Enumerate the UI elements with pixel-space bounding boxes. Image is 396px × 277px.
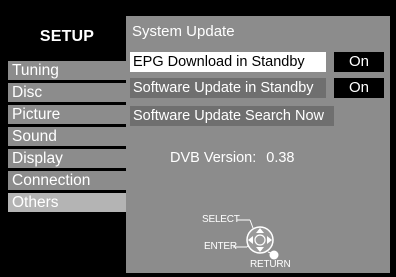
epg-download-value[interactable]: On <box>334 52 384 72</box>
select-hint-label: SELECT <box>202 214 240 225</box>
menu-item-picture[interactable]: Picture <box>8 105 126 124</box>
menu-item-sound[interactable]: Sound <box>8 127 126 146</box>
dvb-version-value: 0.38 <box>266 150 295 166</box>
menu-item-display[interactable]: Display <box>8 149 126 168</box>
setup-screen: SETUP Tuning Disc Picture Sound Display … <box>0 0 396 277</box>
dvb-version: DVB Version: 0.38 <box>170 150 294 166</box>
sidebar: SETUP Tuning Disc Picture Sound Display … <box>8 16 126 266</box>
return-hint-label: RETURN <box>250 259 291 270</box>
dvb-version-label: DVB Version: <box>170 150 257 166</box>
enter-hint-label: ENTER <box>204 241 237 252</box>
epg-download-label: EPG Download in Standby <box>130 52 326 72</box>
menu-item-connection[interactable]: Connection <box>8 171 126 190</box>
panel-title: System Update <box>132 23 235 40</box>
setup-title: SETUP <box>39 28 95 45</box>
menu-item-tuning[interactable]: Tuning <box>8 61 126 80</box>
control-hint: SELECT ENTER RETURN <box>200 208 310 273</box>
software-update-search-now-button[interactable]: Software Update Search Now <box>130 106 334 126</box>
menu-item-disc[interactable]: Disc <box>8 83 126 102</box>
system-update-panel: System Update EPG Download in Standby On… <box>126 16 390 273</box>
setup-menu: Tuning Disc Picture Sound Display Connec… <box>8 61 126 215</box>
software-update-standby-label: Software Update in Standby <box>130 78 326 98</box>
menu-item-others[interactable]: Others <box>8 193 126 212</box>
software-update-standby-value[interactable]: On <box>334 78 384 98</box>
